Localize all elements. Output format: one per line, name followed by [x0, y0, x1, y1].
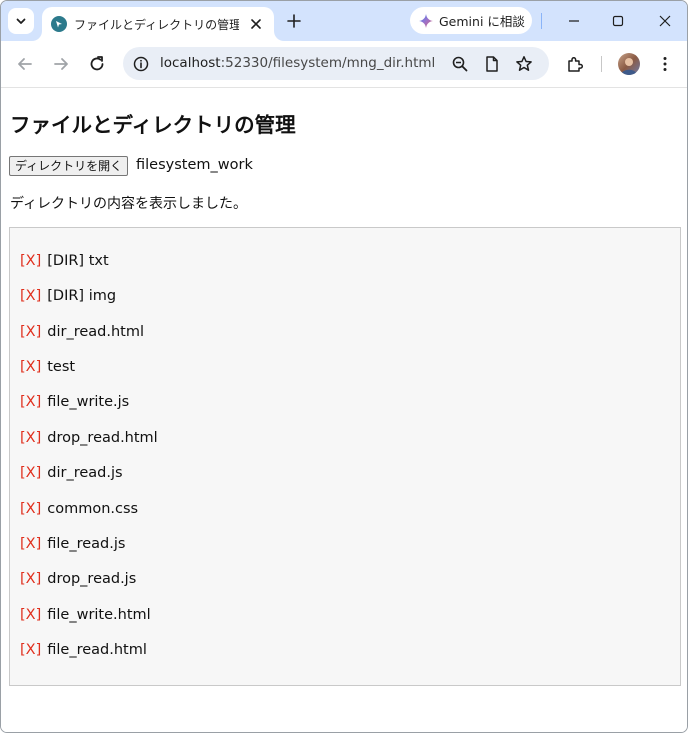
- list-item: [X] file_write.js: [20, 394, 129, 416]
- list-item: [X] common.css: [20, 501, 138, 523]
- address-bar[interactable]: localhost:52330/filesystem/mng_dir.html: [123, 47, 549, 80]
- gemini-label: Gemini に相談: [439, 14, 525, 29]
- forward-icon[interactable]: [51, 54, 71, 74]
- list-item: [X] dir_read.html: [20, 324, 144, 346]
- entry-name: file_write.html: [47, 607, 151, 623]
- tab-title: ファイルとディレクトリの管理: [74, 18, 239, 32]
- new-tab-icon[interactable]: [285, 12, 303, 30]
- url-path: :52330/filesystem/mng_dir.html: [220, 55, 436, 71]
- bookmark-star-icon[interactable]: [515, 55, 533, 73]
- tab-search-button[interactable]: [8, 8, 34, 34]
- minimize-icon[interactable]: [564, 11, 584, 31]
- delete-link[interactable]: [X]: [20, 642, 41, 658]
- toolbar-divider: [601, 56, 602, 72]
- favicon-icon: [51, 16, 67, 32]
- maximize-icon[interactable]: [608, 11, 628, 31]
- tab-strip: ファイルとディレクトリの管理 Gemini に相談: [1, 1, 687, 41]
- delete-link[interactable]: [X]: [20, 501, 41, 517]
- entry-name: drop_read.js: [47, 571, 137, 587]
- list-item: [X] test: [20, 359, 75, 381]
- url-host: localhost: [160, 55, 221, 71]
- delete-link[interactable]: [X]: [20, 324, 41, 340]
- delete-link[interactable]: [X]: [20, 571, 41, 587]
- url-text: localhost:52330/filesystem/mng_dir.html: [160, 55, 435, 71]
- active-tab[interactable]: ファイルとディレクトリの管理: [42, 7, 274, 41]
- back-icon[interactable]: [15, 54, 35, 74]
- list-item: [X] file_read.html: [20, 642, 147, 664]
- site-info-icon[interactable]: [130, 53, 152, 75]
- reload-icon[interactable]: [87, 54, 107, 74]
- entry-name: dir_read.html: [47, 324, 144, 340]
- delete-link[interactable]: [X]: [20, 607, 41, 623]
- close-tab-icon[interactable]: [248, 16, 264, 32]
- entry-name: file_write.js: [47, 394, 130, 410]
- list-item: [X] drop_read.html: [20, 430, 158, 452]
- delete-link[interactable]: [X]: [20, 359, 41, 375]
- chevron-down-icon: [16, 18, 26, 24]
- directory-listing: [X] [DIR] txt [X] [DIR] img [X] dir_read.ht…: [9, 227, 681, 686]
- entry-name: test: [47, 359, 76, 375]
- entry-name: common.css: [47, 501, 139, 517]
- open-directory-button[interactable]: ディレクトリを開く: [9, 156, 129, 176]
- profile-avatar[interactable]: [618, 53, 640, 75]
- entry-name: file_read.js: [47, 536, 126, 552]
- entry-name: [DIR] img: [47, 288, 117, 304]
- entry-name: drop_read.html: [47, 430, 158, 446]
- entry-name: [DIR] txt: [47, 253, 109, 269]
- delete-link[interactable]: [X]: [20, 536, 41, 552]
- list-item: [X] [DIR] txt: [20, 253, 109, 275]
- page-content: ファイルとディレクトリの管理 ディレクトリを開く filesystem_work…: [1, 88, 687, 732]
- status-message: ディレクトリの内容を表示しました。: [10, 196, 248, 212]
- list-item: [X] file_read.js: [20, 536, 125, 558]
- browser-toolbar: localhost:52330/filesystem/mng_dir.html: [1, 41, 687, 88]
- zoom-icon[interactable]: [451, 55, 469, 73]
- divider: [541, 13, 542, 29]
- directory-name: filesystem_work: [136, 157, 253, 173]
- menu-kebab-icon[interactable]: [655, 54, 675, 74]
- delete-link[interactable]: [X]: [20, 253, 41, 269]
- gemini-button[interactable]: Gemini に相談: [410, 7, 532, 34]
- extensions-icon[interactable]: [565, 54, 585, 74]
- list-item: [X] file_write.html: [20, 607, 151, 629]
- page-title: ファイルとディレクトリの管理: [10, 113, 296, 137]
- list-item: [X] dir_read.js: [20, 465, 123, 487]
- close-window-icon[interactable]: [655, 11, 675, 31]
- list-item: [X] drop_read.js: [20, 571, 136, 593]
- delete-link[interactable]: [X]: [20, 288, 41, 304]
- list-item: [X] [DIR] img: [20, 288, 116, 310]
- delete-link[interactable]: [X]: [20, 430, 41, 446]
- gemini-sparkle-icon: [419, 13, 433, 28]
- delete-link[interactable]: [X]: [20, 465, 41, 481]
- delete-link[interactable]: [X]: [20, 394, 41, 410]
- page-document-icon[interactable]: [483, 55, 501, 73]
- browser-window: ファイルとディレクトリの管理 Gemini に相談 localhost:5233…: [0, 0, 688, 733]
- entry-name: file_read.html: [47, 642, 147, 658]
- entry-name: dir_read.js: [47, 465, 123, 481]
